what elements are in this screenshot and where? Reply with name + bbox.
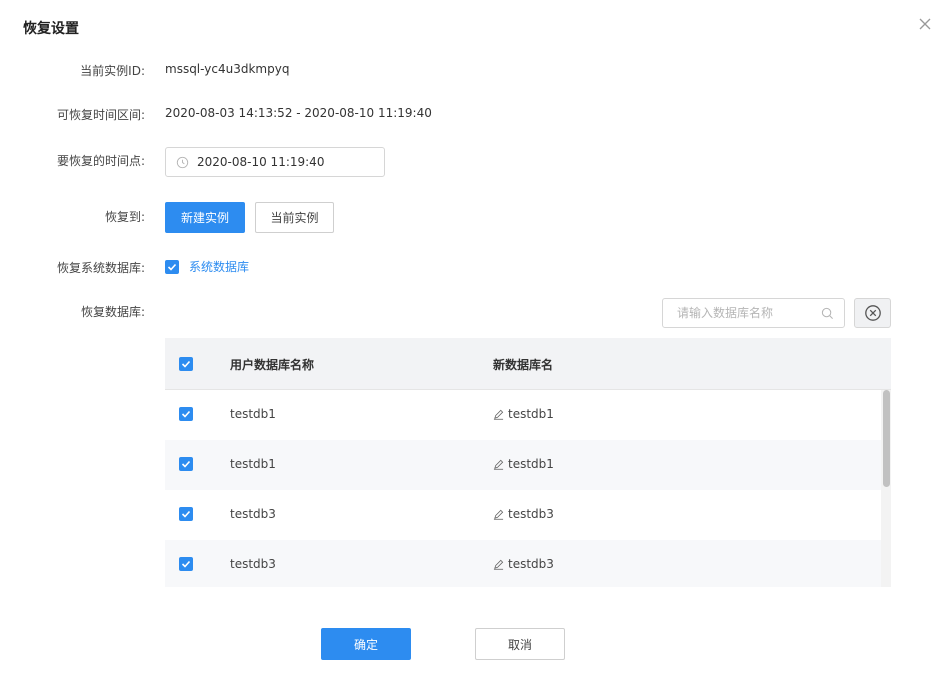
new-db-name: testdb3 [508, 507, 554, 521]
user-db-name: testdb3 [230, 557, 276, 571]
clear-search-button[interactable] [854, 298, 891, 328]
new-db-name: testdb1 [508, 457, 554, 471]
new-db-name-cell[interactable]: testdb3 [493, 557, 554, 571]
db-search-input[interactable] [677, 306, 807, 320]
close-icon[interactable] [916, 15, 934, 33]
table-row: testdb3 testdb3 [165, 540, 881, 587]
new-db-name-cell[interactable]: testdb1 [493, 407, 554, 421]
system-db-checkbox[interactable]: 系统数据库 [165, 258, 249, 275]
restore-settings-dialog: 恢复设置 当前实例ID: mssql-yc4u3dkmpyq 可恢复时间区间: … [0, 0, 945, 682]
system-db-label: 系统数据库 [189, 260, 250, 274]
search-icon[interactable] [821, 307, 834, 320]
row-checkbox[interactable] [179, 457, 193, 471]
edit-icon[interactable] [493, 509, 504, 520]
edit-icon[interactable] [493, 559, 504, 570]
edit-icon[interactable] [493, 409, 504, 420]
confirm-button[interactable]: 确定 [321, 628, 411, 660]
table-row: testdb1 testdb1 [165, 390, 881, 440]
instance-id-label: 当前实例ID: [80, 64, 145, 78]
current-instance-button[interactable]: 当前实例 [255, 202, 334, 233]
table-row: testdb1 testdb1 [165, 440, 881, 490]
restore-range-label: 可恢复时间区间: [56, 108, 145, 122]
restore-range-value: 2020-08-03 14:13:52 - 2020-08-10 11:19:4… [165, 106, 432, 120]
row-checkbox[interactable] [179, 407, 193, 421]
user-db-name: testdb1 [230, 407, 276, 421]
new-db-name: testdb3 [508, 557, 554, 571]
new-instance-button[interactable]: 新建实例 [165, 202, 245, 233]
db-search-box[interactable] [662, 298, 845, 328]
restore-time-value: 2020-08-10 11:19:40 [197, 155, 325, 169]
column-new-db-name: 新数据库名 [493, 358, 554, 372]
row-checkbox[interactable] [179, 507, 193, 521]
table-row: testdb3 testdb3 [165, 490, 881, 540]
new-db-name-cell[interactable]: testdb1 [493, 457, 554, 471]
restore-time-picker[interactable]: 2020-08-10 11:19:40 [165, 147, 385, 177]
restore-db-label: 恢复数据库: [80, 305, 145, 319]
new-db-name-cell[interactable]: testdb3 [493, 507, 554, 521]
new-db-name: testdb1 [508, 407, 554, 421]
dialog-title: 恢复设置 [23, 21, 79, 37]
user-db-name: testdb1 [230, 457, 276, 471]
edit-icon[interactable] [493, 459, 504, 470]
select-all-checkbox[interactable] [179, 357, 193, 371]
clock-icon [176, 156, 189, 168]
instance-id-value: mssql-yc4u3dkmpyq [165, 62, 290, 76]
table-header: 用户数据库名称 新数据库名 [165, 338, 891, 390]
restore-to-label: 恢复到: [104, 210, 145, 224]
circle-close-icon [864, 305, 881, 321]
checkbox-checked-icon[interactable] [165, 259, 179, 274]
restore-system-db-label: 恢复系统数据库: [56, 261, 145, 275]
row-checkbox[interactable] [179, 557, 193, 571]
database-table: 用户数据库名称 新数据库名 testdb1 testdb1 testdb1 te… [165, 338, 891, 587]
table-body: testdb1 testdb1 testdb1 testdb1 testdb3 [165, 390, 881, 587]
column-user-db-name: 用户数据库名称 [230, 358, 315, 372]
user-db-name: testdb3 [230, 507, 276, 521]
cancel-button[interactable]: 取消 [475, 628, 565, 660]
table-scrollbar-thumb[interactable] [883, 390, 890, 487]
restore-time-label: 要恢复的时间点: [56, 154, 145, 168]
